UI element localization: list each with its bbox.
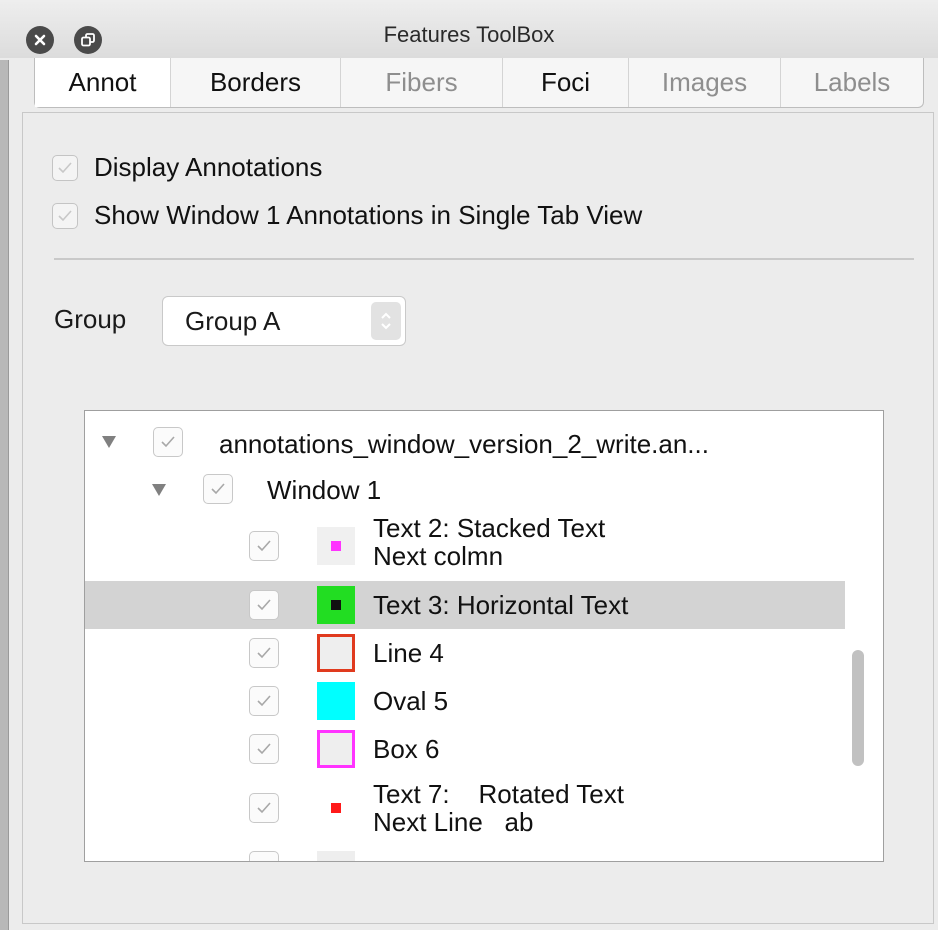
annotation-checkbox[interactable] [249,638,279,668]
select-stepper-icon[interactable] [371,302,401,340]
left-border [0,60,9,930]
window-label: Window 1 [267,475,382,505]
tab-borders[interactable]: Borders [171,58,341,107]
group-select-value: Group A [185,306,281,336]
annotation-label-line2: Next colmn [373,541,504,571]
annotation-color-swatch [317,789,355,827]
annotation-color-swatch [317,634,355,672]
tree-row-annotation[interactable]: Line 4 [85,629,845,677]
window-title: Features ToolBox [383,22,555,47]
annotation-checkbox [249,851,279,861]
annotation-color-swatch [317,527,355,565]
display-annotations-checkbox[interactable] [52,154,78,181]
title-bar[interactable]: Features ToolBox [0,0,938,58]
tab-fibers[interactable]: Fibers [341,58,503,107]
annotation-label: Line 4 [373,638,444,668]
annotation-color-swatch [317,682,355,720]
annotations-tree[interactable]: annotations_window_version_2_write.an...… [84,410,884,862]
tree-row-partial [85,847,845,861]
show-window-annotations-option[interactable]: Show Window 1 Annotations in Single Tab … [52,200,642,231]
annotation-label: Text 2: Stacked Text [373,513,606,543]
file-checkbox[interactable] [153,427,183,457]
tree-row-annotation[interactable]: Text 3: Horizontal Text [85,581,845,629]
annotation-checkbox[interactable] [249,531,279,561]
annotation-checkbox[interactable] [249,793,279,823]
file-label: annotations_window_version_2_write.an... [219,429,709,459]
show-window-annotations-label: Show Window 1 Annotations in Single Tab … [94,200,643,230]
tree-row-annotation[interactable]: Oval 5 [85,677,845,725]
tree-row-window[interactable]: Window 1 [85,467,845,511]
tree-scrollbar[interactable] [852,650,864,766]
display-annotations-label: Display Annotations [94,152,323,182]
annotation-checkbox[interactable] [249,734,279,764]
tree-row-annotation[interactable]: Text 2: Stacked Text Next colmn [85,511,845,581]
disclosure-triangle-icon[interactable] [101,435,117,449]
disclosure-triangle-icon[interactable] [151,483,167,497]
tab-labels[interactable]: Labels [781,58,923,107]
tree-row-file[interactable]: annotations_window_version_2_write.an... [85,419,845,465]
tab-images[interactable]: Images [629,58,781,107]
tab-annot[interactable]: Annot [35,58,171,107]
annotation-color-swatch [317,586,355,624]
tab-bar: Annot Borders Fibers Foci Images Labels [34,58,924,108]
annotation-color-swatch [317,730,355,768]
annotation-checkbox[interactable] [249,686,279,716]
tree-row-annotation[interactable]: Box 6 [85,725,845,773]
group-label: Group [54,304,127,334]
annotation-label: Box 6 [373,734,440,764]
show-window-annotations-checkbox[interactable] [52,202,78,229]
annotation-label-line2: Next Line ab [373,807,534,837]
annotation-color-swatch [317,851,355,861]
annotation-checkbox[interactable] [249,590,279,620]
divider [54,258,914,260]
features-toolbox-window: Features ToolBox Annot Borders Fibers Fo… [0,0,938,930]
display-annotations-option[interactable]: Display Annotations [52,152,322,183]
group-select[interactable]: Group A [162,296,406,346]
annotation-label: Text 3: Horizontal Text [373,590,629,620]
annotation-label: Oval 5 [373,686,449,716]
tab-foci[interactable]: Foci [503,58,629,107]
tree-row-annotation[interactable]: Text 7: Rotated Text Next Line ab [85,773,845,843]
annotation-label: Text 7: Rotated Text [373,779,624,809]
window-checkbox[interactable] [203,474,233,504]
